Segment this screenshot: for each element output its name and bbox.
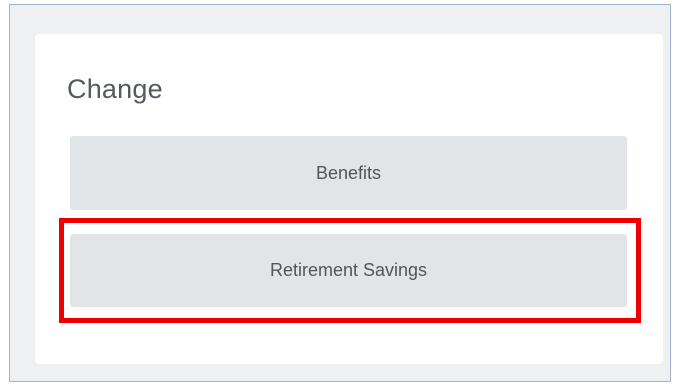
change-card: Change Benefits Retirement Savings xyxy=(35,34,663,364)
benefits-button[interactable]: Benefits xyxy=(70,136,627,210)
card-title: Change xyxy=(67,74,163,104)
window-frame: Change Benefits Retirement Savings xyxy=(9,4,671,382)
retirement-savings-button[interactable]: Retirement Savings xyxy=(70,234,627,307)
